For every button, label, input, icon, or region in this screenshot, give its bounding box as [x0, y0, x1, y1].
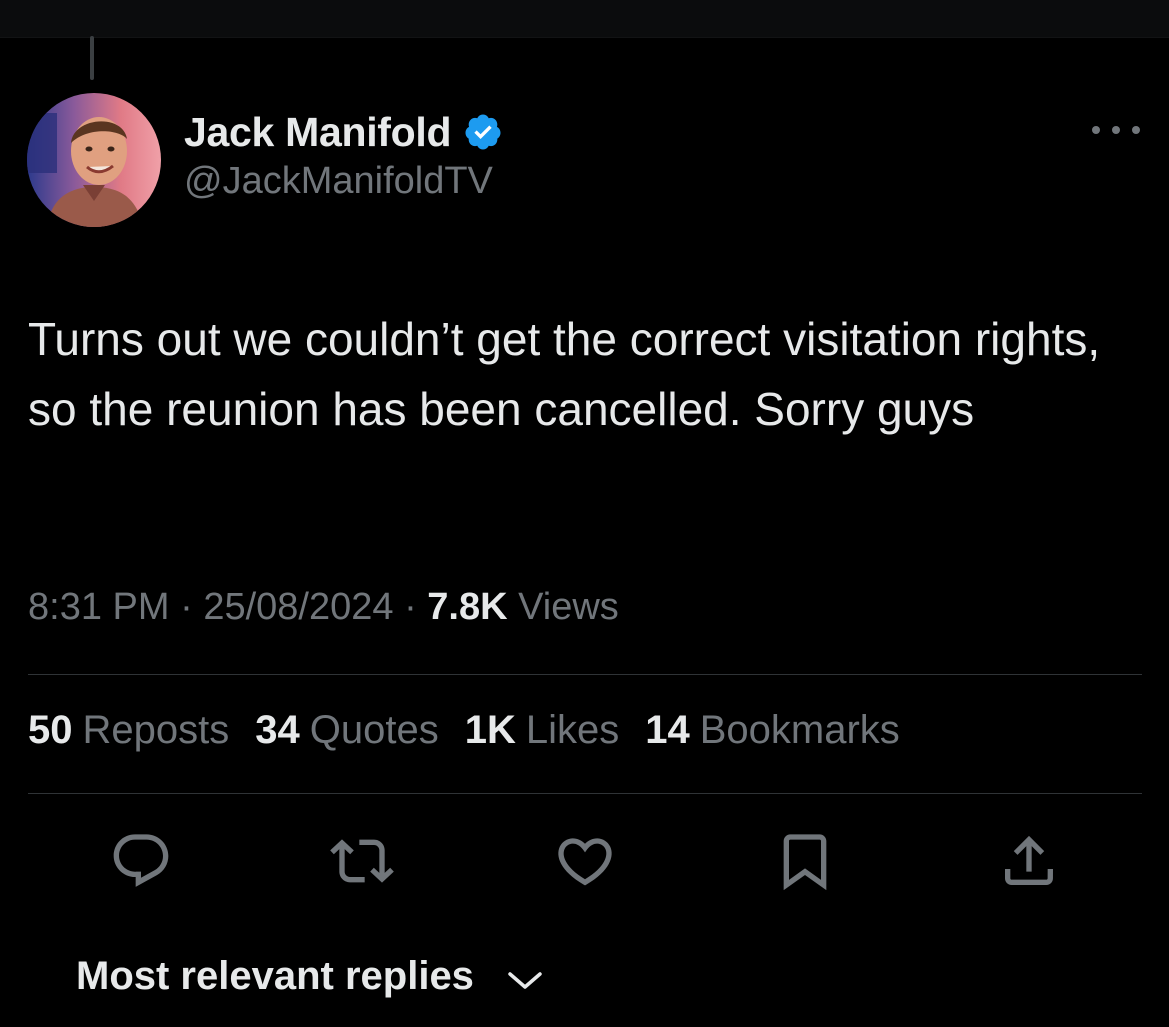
- engagement-stats: 50 Reposts 34 Quotes 1K Likes 14 Bookmarks: [28, 708, 926, 753]
- author-block[interactable]: Jack Manifold @JackManifoldTV: [184, 106, 503, 203]
- stat-count: 1K: [464, 708, 516, 752]
- top-bar: [0, 0, 1169, 38]
- thread-connector-line: [90, 36, 94, 80]
- like-icon: [558, 838, 612, 886]
- repost-button[interactable]: [327, 826, 397, 896]
- more-options-icon[interactable]: [1092, 118, 1140, 142]
- bookmark-icon: [783, 834, 827, 891]
- action-bar: [0, 826, 1169, 896]
- stat-count: 14: [645, 708, 690, 752]
- tweet-text: Turns out we couldn’t get the correct vi…: [28, 313, 1101, 435]
- stat-likes[interactable]: 1K Likes: [465, 708, 620, 753]
- stat-label: Reposts: [82, 708, 230, 752]
- author-name-row: Jack Manifold: [184, 106, 503, 158]
- tweet-date[interactable]: 25/08/2024: [203, 586, 393, 628]
- divider: [28, 793, 1142, 794]
- views-count[interactable]: 7.8K: [427, 586, 507, 628]
- like-button[interactable]: [550, 826, 620, 896]
- bookmark-button[interactable]: [770, 826, 840, 896]
- more-dot: [1092, 126, 1100, 134]
- more-dot: [1112, 126, 1120, 134]
- meta-separator: ·: [180, 586, 193, 628]
- stat-label: Bookmarks: [699, 708, 900, 752]
- repost-icon: [330, 839, 394, 883]
- reply-icon: [113, 834, 169, 887]
- replies-sort-dropdown[interactable]: Most relevant replies: [76, 954, 544, 999]
- verified-badge-icon[interactable]: [463, 112, 503, 152]
- avatar-image: [27, 93, 161, 227]
- divider: [28, 674, 1142, 675]
- share-icon: [1005, 835, 1053, 885]
- meta-separator: ·: [404, 586, 417, 628]
- avatar[interactable]: [27, 93, 161, 227]
- share-button[interactable]: [994, 826, 1064, 896]
- stat-quotes[interactable]: 34 Quotes: [255, 708, 438, 753]
- stat-label: Quotes: [309, 708, 439, 752]
- author-display-name[interactable]: Jack Manifold: [184, 109, 452, 156]
- reply-button[interactable]: [106, 826, 176, 896]
- views-label[interactable]: Views: [518, 586, 619, 628]
- stat-reposts[interactable]: 50 Reposts: [28, 708, 229, 753]
- chevron-down-icon: [508, 971, 542, 989]
- stat-count: 34: [255, 708, 300, 752]
- tweet-meta: 8:31 PM · 25/08/2024 · 7.8K Views: [28, 586, 619, 629]
- stat-bookmarks[interactable]: 14 Bookmarks: [645, 708, 900, 753]
- more-dot: [1132, 126, 1140, 134]
- replies-sort-label: Most relevant replies: [76, 954, 474, 998]
- stat-count: 50: [28, 708, 73, 752]
- tweet-time[interactable]: 8:31 PM: [28, 586, 170, 628]
- author-handle[interactable]: @JackManifoldTV: [184, 160, 503, 203]
- stat-label: Likes: [525, 708, 620, 752]
